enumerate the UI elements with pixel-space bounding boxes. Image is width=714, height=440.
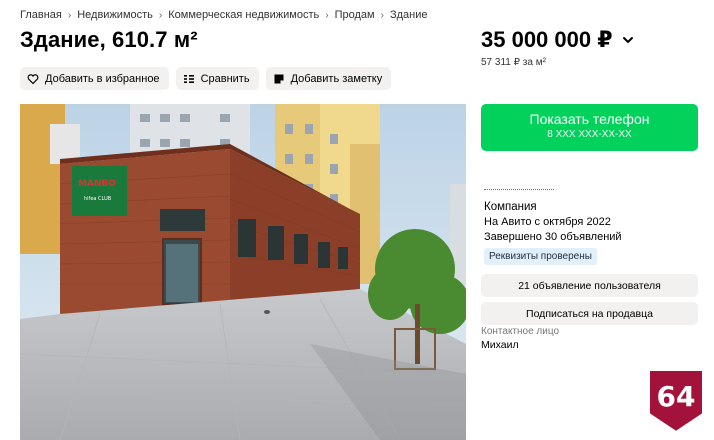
price-block[interactable]: 35 000 000 ₽: [481, 27, 635, 53]
shop-sign-sub: hifea CLUB: [84, 196, 112, 202]
action-bar: Добавить в избранное Сравнить Добавить з…: [20, 67, 392, 90]
show-phone-button[interactable]: Показать телефон 8 XXX XXX-XX-XX: [481, 104, 698, 151]
seller-completed: Завершено 30 объявлений: [484, 231, 622, 243]
breadcrumb-separator: ›: [67, 9, 72, 21]
add-note-button[interactable]: Добавить заметку: [265, 67, 392, 90]
breadcrumb-commercial[interactable]: Коммерческая недвижимость: [168, 9, 319, 21]
logo-text: 64: [657, 380, 696, 413]
note-icon: [274, 74, 284, 83]
channel-logo: 64: [648, 369, 704, 434]
seller-type: Компания: [484, 201, 537, 213]
verified-badge: Реквизиты проверены: [484, 248, 597, 265]
breadcrumb-separator: ›: [325, 9, 329, 21]
user-ads-button[interactable]: 21 объявление пользователя: [481, 274, 698, 297]
compare-icon: [183, 74, 194, 83]
seller-info: Компания На Авито с октября 2022 Заверше…: [484, 200, 622, 265]
contact-person-name: Михаил: [481, 339, 519, 351]
listing-photo[interactable]: MANBO hifea CLUB: [20, 104, 466, 440]
breadcrumb-separator: ›: [380, 9, 384, 21]
page-title: Здание, 610.7 м²: [20, 27, 198, 52]
breadcrumb-building[interactable]: Здание: [390, 9, 428, 21]
seller-name-placeholder: [484, 189, 554, 191]
compare-label: Сравнить: [200, 72, 250, 85]
subscribe-seller-button[interactable]: Подписаться на продавца: [481, 302, 698, 325]
heart-icon: [27, 73, 39, 84]
contact-person-label: Контактное лицо: [481, 326, 560, 337]
breadcrumb-home[interactable]: Главная: [20, 9, 62, 21]
seller-since: На Авито с октября 2022: [484, 216, 611, 228]
add-to-favorites-label: Добавить в избранное: [45, 72, 160, 85]
add-to-favorites-button[interactable]: Добавить в избранное: [20, 67, 169, 90]
add-note-label: Добавить заметку: [290, 72, 383, 85]
breadcrumb-separator: ›: [158, 9, 163, 21]
breadcrumb-realty[interactable]: Недвижимость: [77, 9, 153, 21]
shop-sign: MANBO: [78, 179, 116, 189]
phone-number-masked: 8 XXX XXX-XX-XX: [547, 129, 632, 140]
breadcrumb: Главная › Недвижимость › Коммерческая не…: [20, 9, 427, 21]
building-photo: MANBO hifea CLUB: [20, 104, 466, 440]
compare-button[interactable]: Сравнить: [175, 67, 259, 90]
price: 35 000 000 ₽: [481, 27, 613, 52]
show-phone-label: Показать телефон: [529, 111, 650, 127]
price-per-m2: 57 311 ₽ за м²: [481, 57, 546, 68]
chevron-down-icon[interactable]: [621, 33, 635, 47]
breadcrumb-sell[interactable]: Продам: [335, 9, 375, 21]
